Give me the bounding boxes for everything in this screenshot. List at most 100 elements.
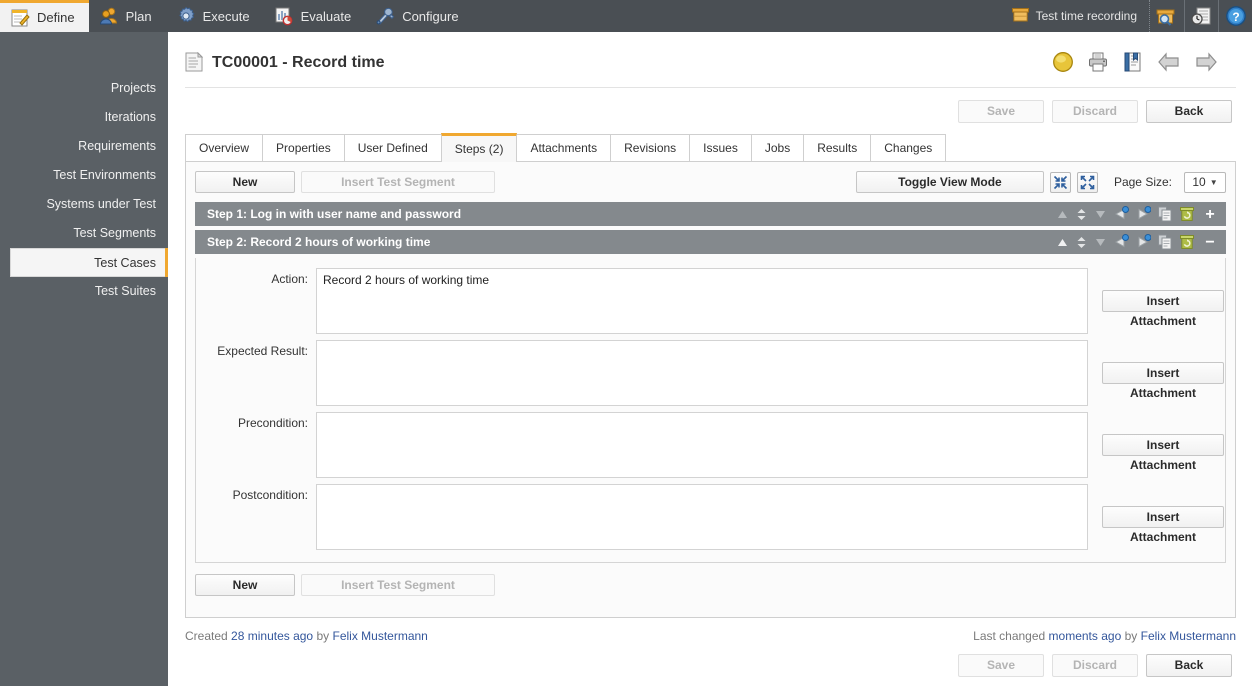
step-title-1: Step 1: Log in with user name and passwo…	[207, 207, 462, 221]
sidebar-item-requirements[interactable]: Requirements	[0, 132, 168, 161]
tab-properties[interactable]: Properties	[262, 134, 345, 161]
topnav-item-configure[interactable]: Configure	[365, 0, 472, 32]
insert-attachment-button-precondition[interactable]: Insert Attachment	[1102, 434, 1224, 472]
chevron-down-icon: ▼	[1209, 177, 1218, 187]
document-clock-icon[interactable]	[1184, 0, 1218, 32]
sidebar-item-projects[interactable]: Projects	[0, 74, 168, 103]
created-user-link[interactable]: Felix Mustermann	[332, 629, 427, 643]
tab-user-defined[interactable]: User Defined	[343, 134, 442, 161]
copy-icon[interactable]	[1157, 206, 1173, 222]
page-header: TC00001 - Record time	[168, 32, 1252, 82]
back-button-bottom[interactable]: Back	[1146, 654, 1232, 677]
test-time-recording-button[interactable]: Test time recording	[1000, 0, 1150, 32]
insert-attachment-button-postcondition[interactable]: Insert Attachment	[1102, 506, 1224, 544]
precondition-textarea[interactable]	[316, 412, 1088, 478]
footer-info: Created 28 minutes ago by Felix Musterma…	[185, 629, 1236, 643]
action-textarea[interactable]	[316, 268, 1088, 334]
svg-text:?: ?	[1232, 10, 1239, 24]
move-to-bottom-icon[interactable]	[1094, 208, 1107, 221]
step-controls-2: −	[1056, 234, 1226, 250]
topnav-item-execute[interactable]: Execute	[166, 0, 264, 32]
top-bar-right-tools: Test time recording ?	[1000, 0, 1252, 32]
delete-icon[interactable]	[1179, 234, 1195, 250]
topnav-label-execute: Execute	[202, 8, 250, 24]
next-arrow-icon[interactable]	[1194, 51, 1218, 76]
top-nav-items: Define Plan Execute Evaluate Configure	[0, 0, 473, 32]
sidebar-item-test-suites[interactable]: Test Suites	[0, 277, 168, 306]
tab-attachments[interactable]: Attachments	[516, 134, 612, 161]
top-navigation-bar: Define Plan Execute Evaluate Configure T…	[0, 0, 1252, 32]
move-to-top-icon[interactable]	[1056, 236, 1069, 249]
indent-icon[interactable]	[1135, 234, 1152, 250]
sidebar-item-test-segments[interactable]: Test Segments	[0, 219, 168, 248]
tab-jobs[interactable]: Jobs	[750, 134, 805, 161]
changed-time-link[interactable]: moments ago	[1049, 629, 1122, 643]
page-size-label: Page Size:	[1113, 175, 1172, 189]
status-yellow-icon[interactable]	[1052, 51, 1074, 76]
search-box-icon[interactable]	[1150, 0, 1184, 32]
sidebar-label: Test Cases	[94, 256, 156, 270]
discard-button-bottom[interactable]: Discard	[1052, 654, 1138, 677]
changed-user-link[interactable]: Felix Mustermann	[1141, 629, 1236, 643]
field-row-action: Action: Insert Attachment	[196, 268, 1225, 340]
copy-icon[interactable]	[1157, 234, 1173, 250]
print-icon[interactable]	[1087, 51, 1109, 76]
expected-result-textarea[interactable]	[316, 340, 1088, 406]
step-header-1[interactable]: Step 1: Log in with user name and passwo…	[195, 202, 1226, 226]
insert-attachment-button-expected-result[interactable]: Insert Attachment	[1102, 362, 1224, 400]
back-button-top[interactable]: Back	[1146, 100, 1232, 123]
report-icon[interactable]	[1122, 51, 1144, 76]
collapse-step-2-button[interactable]: −	[1203, 234, 1217, 250]
move-updown-icon[interactable]	[1075, 236, 1088, 249]
sidebar-item-test-environments[interactable]: Test Environments	[0, 161, 168, 190]
tab-issues[interactable]: Issues	[689, 134, 752, 161]
step-body-2: Action: Insert Attachment Expected Resul…	[195, 258, 1226, 563]
step-header-2[interactable]: Step 2: Record 2 hours of working time −	[195, 230, 1226, 254]
tab-overview[interactable]: Overview	[185, 134, 264, 161]
topnav-item-evaluate[interactable]: Evaluate	[264, 0, 366, 32]
tab-steps[interactable]: Steps (2)	[440, 133, 518, 162]
tab-results[interactable]: Results	[803, 134, 872, 161]
insert-test-segment-button-top[interactable]: Insert Test Segment	[301, 171, 495, 193]
sidebar-item-systems-under-test[interactable]: Systems under Test	[0, 190, 168, 219]
toggle-view-mode-button[interactable]: Toggle View Mode	[855, 171, 1044, 193]
field-row-postcondition: Postcondition: Insert Attachment	[196, 484, 1225, 550]
changed-by-word: by	[1124, 629, 1138, 643]
sidebar-item-iterations[interactable]: Iterations	[0, 103, 168, 132]
discard-button-top[interactable]: Discard	[1052, 100, 1138, 123]
collapse-all-icon[interactable]	[1049, 171, 1071, 193]
expand-step-1-button[interactable]: +	[1203, 206, 1217, 222]
move-to-top-icon[interactable]	[1056, 208, 1069, 221]
top-action-buttons: Save Discard Back	[168, 88, 1248, 123]
topnav-item-define[interactable]: Define	[0, 0, 89, 32]
box-icon	[1011, 7, 1029, 25]
new-step-button-top[interactable]: New	[195, 171, 295, 193]
sidebar-label: Projects	[110, 81, 156, 95]
expand-all-icon[interactable]	[1076, 171, 1098, 193]
insert-test-segment-button-bottom[interactable]: Insert Test Segment	[301, 574, 495, 596]
bottom-action-buttons: Save Discard Back	[168, 654, 1236, 677]
topnav-item-plan[interactable]: Plan	[89, 0, 166, 32]
indent-icon[interactable]	[1135, 206, 1152, 222]
save-button-bottom[interactable]: Save	[958, 654, 1044, 677]
move-to-bottom-icon[interactable]	[1094, 236, 1107, 249]
insert-attachment-button-action[interactable]: Insert Attachment	[1102, 290, 1224, 328]
sidebar-item-test-cases[interactable]: Test Cases	[10, 248, 169, 277]
created-time-link[interactable]: 28 minutes ago	[231, 629, 313, 643]
expected-result-attach-wrap: Insert Attachment	[1102, 340, 1224, 400]
help-icon[interactable]: ?	[1218, 0, 1252, 32]
new-step-button-bottom[interactable]: New	[195, 574, 295, 596]
postcondition-textarea[interactable]	[316, 484, 1088, 550]
move-updown-icon[interactable]	[1075, 208, 1088, 221]
steps-toolbar: New Insert Test Segment Toggle View Mode	[195, 170, 1226, 194]
outdent-icon[interactable]	[1113, 206, 1129, 222]
tab-revisions[interactable]: Revisions	[610, 134, 691, 161]
previous-arrow-icon[interactable]	[1157, 51, 1181, 76]
outdent-icon[interactable]	[1113, 234, 1129, 250]
changed-prefix: Last changed	[973, 629, 1046, 643]
delete-icon[interactable]	[1179, 206, 1195, 222]
save-button-top[interactable]: Save	[958, 100, 1044, 123]
tab-changes[interactable]: Changes	[870, 134, 947, 161]
page-size-select[interactable]: 10 ▼	[1184, 171, 1226, 193]
created-prefix: Created	[185, 629, 228, 643]
